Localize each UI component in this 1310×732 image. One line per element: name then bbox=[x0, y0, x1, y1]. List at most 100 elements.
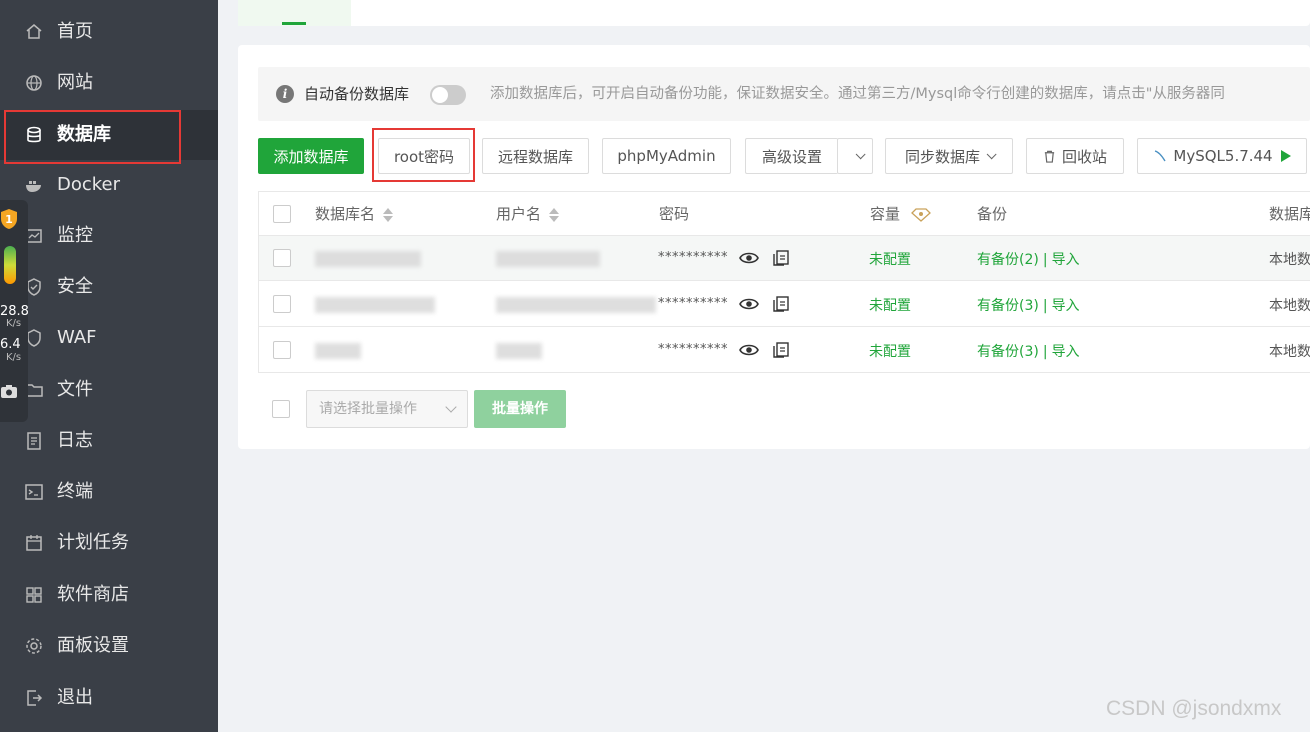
database-icon bbox=[24, 125, 44, 145]
sidebar-item-terminal[interactable]: 终端 bbox=[0, 467, 218, 517]
row-checkbox[interactable] bbox=[273, 341, 291, 359]
add-database-button[interactable]: 添加数据库 bbox=[258, 138, 364, 174]
sidebar-item-home[interactable]: 首页 bbox=[0, 7, 218, 57]
sidebar-item-docker[interactable]: Docker bbox=[0, 160, 218, 210]
capacity-link[interactable]: 未配置 bbox=[869, 341, 911, 361]
select-all-checkbox[interactable] bbox=[273, 205, 291, 223]
redacted-username bbox=[496, 251, 600, 267]
backup-link[interactable]: 有备份(3) bbox=[977, 298, 1039, 314]
table-row: ********** 未配置 有备份(2) | 导入 本地数 bbox=[259, 236, 1310, 281]
sidebar-item-database[interactable]: 数据库 bbox=[0, 110, 218, 160]
capacity-link[interactable]: 未配置 bbox=[869, 295, 911, 315]
row-checkbox[interactable] bbox=[273, 249, 291, 267]
import-link[interactable]: 导入 bbox=[1052, 298, 1080, 314]
batch-operation-button[interactable]: 批量操作 bbox=[474, 390, 566, 428]
backup-cell: 有备份(3) | 导入 bbox=[977, 344, 1080, 360]
location-cell: 本地数 bbox=[1269, 252, 1310, 268]
backup-link[interactable]: 有备份(3) bbox=[977, 344, 1039, 360]
sync-database-button[interactable]: 同步数据库 bbox=[885, 138, 1013, 174]
trash-icon bbox=[1043, 150, 1056, 163]
advanced-settings-dropdown[interactable] bbox=[837, 138, 873, 174]
sidebar-item-label: Docker bbox=[57, 174, 121, 195]
tab-underline bbox=[282, 22, 306, 25]
auto-backup-toggle[interactable] bbox=[430, 85, 466, 105]
mysql-version-button[interactable]: MySQL5.7.44 bbox=[1137, 138, 1307, 174]
watermark: CSDN @jsondxmx bbox=[1106, 697, 1282, 720]
phpmyadmin-button[interactable]: phpMyAdmin bbox=[602, 138, 731, 174]
camera-icon[interactable] bbox=[0, 382, 18, 400]
header-capacity: 容量 bbox=[870, 204, 931, 224]
sidebar-item-label: 数据库 bbox=[57, 124, 111, 145]
sidebar-item-monitor[interactable]: 监控 bbox=[0, 211, 218, 261]
redacted-username bbox=[496, 297, 656, 313]
header-db-name[interactable]: 数据库名 bbox=[315, 204, 394, 224]
chevron-down-icon bbox=[445, 401, 457, 413]
speed-meter bbox=[4, 246, 16, 284]
import-link[interactable]: 导入 bbox=[1052, 344, 1080, 360]
calendar-icon bbox=[24, 533, 44, 553]
sidebar-item-website[interactable]: 网站 bbox=[0, 58, 218, 108]
sidebar-item-store[interactable]: 软件商店 bbox=[0, 570, 218, 620]
sidebar-item-label: 退出 bbox=[57, 687, 93, 708]
logout-icon bbox=[24, 688, 44, 708]
eye-icon[interactable] bbox=[739, 296, 759, 312]
header-username[interactable]: 用户名 bbox=[496, 204, 560, 224]
top-tab-bar bbox=[238, 0, 1310, 26]
backup-link[interactable]: 有备份(2) bbox=[977, 252, 1039, 268]
docker-icon bbox=[24, 175, 44, 195]
root-password-button[interactable]: root密码 bbox=[378, 138, 470, 174]
network-speed-widget[interactable]: 1 28.8 K/s 6.4 K/s bbox=[0, 200, 29, 422]
header-label: 容量 bbox=[870, 205, 901, 223]
header-backup: 备份 bbox=[977, 205, 1008, 223]
password-mask: ********** bbox=[658, 296, 728, 311]
badge-count: 1 bbox=[5, 213, 13, 226]
redacted-username bbox=[496, 343, 542, 359]
auto-backup-notice: i 自动备份数据库 添加数据库后，可开启自动备份功能，保证数据安全。通过第三方/… bbox=[258, 67, 1310, 121]
sidebar-item-label: 面板设置 bbox=[57, 635, 129, 656]
remote-database-button[interactable]: 远程数据库 bbox=[482, 138, 589, 174]
sync-database-label: 同步数据库 bbox=[904, 147, 980, 166]
batch-select-placeholder: 请选择批量操作 bbox=[319, 401, 417, 417]
chevron-down-icon bbox=[855, 148, 866, 159]
log-icon bbox=[24, 431, 44, 451]
table-row: ********** 未配置 有备份(3) | 导入 本地数 bbox=[259, 282, 1310, 327]
copy-icon[interactable] bbox=[772, 295, 790, 313]
sidebar-item-waf[interactable]: WAF bbox=[0, 313, 218, 363]
eye-icon[interactable] bbox=[739, 342, 759, 358]
recycle-bin-button[interactable]: 回收站 bbox=[1026, 138, 1124, 174]
backup-cell: 有备份(3) | 导入 bbox=[977, 298, 1080, 314]
header-label: 数据库名 bbox=[315, 205, 376, 223]
auto-backup-title: 自动备份数据库 bbox=[304, 85, 410, 103]
table-row: ********** 未配置 有备份(3) | 导入 本地数 bbox=[259, 328, 1310, 373]
header-label: 用户名 bbox=[496, 205, 542, 223]
sidebar-item-label: 安全 bbox=[57, 276, 93, 297]
row-checkbox[interactable] bbox=[273, 295, 291, 313]
gear-icon bbox=[24, 636, 44, 656]
header-location: 数据库 bbox=[1269, 205, 1310, 223]
capacity-link[interactable]: 未配置 bbox=[869, 249, 911, 269]
sidebar-item-label: 文件 bbox=[57, 379, 93, 400]
sidebar-item-cron[interactable]: 计划任务 bbox=[0, 518, 218, 568]
batch-select-all-checkbox[interactable] bbox=[272, 400, 290, 418]
upload-speed: 28.8 bbox=[0, 304, 29, 319]
info-icon: i bbox=[276, 85, 294, 103]
sidebar-item-files[interactable]: 文件 bbox=[0, 365, 218, 415]
header-password: 密码 bbox=[659, 205, 690, 223]
location-cell: 本地数 bbox=[1269, 344, 1310, 360]
table-header: 数据库名 用户名 密码 容量 备份 数据库 bbox=[259, 192, 1310, 236]
sidebar-item-security[interactable]: 安全 bbox=[0, 262, 218, 312]
import-link[interactable]: 导入 bbox=[1052, 252, 1080, 268]
mysql-dolphin-icon bbox=[1153, 149, 1167, 163]
copy-icon[interactable] bbox=[772, 249, 790, 267]
home-icon bbox=[24, 22, 44, 42]
batch-operation-select[interactable]: 请选择批量操作 bbox=[306, 390, 468, 428]
sidebar: 首页 网站 数据库 Docker 监控 安全 WAF 文件 日志 终端 计划任务 bbox=[0, 0, 218, 732]
sidebar-item-label: 终端 bbox=[57, 481, 93, 502]
sidebar-item-logs[interactable]: 日志 bbox=[0, 416, 218, 466]
eye-icon[interactable] bbox=[739, 250, 759, 266]
play-icon bbox=[1280, 150, 1291, 162]
sidebar-item-logout[interactable]: 退出 bbox=[0, 673, 218, 723]
advanced-settings-button[interactable]: 高级设置 bbox=[745, 138, 838, 174]
copy-icon[interactable] bbox=[772, 341, 790, 359]
sidebar-item-settings[interactable]: 面板设置 bbox=[0, 621, 218, 671]
